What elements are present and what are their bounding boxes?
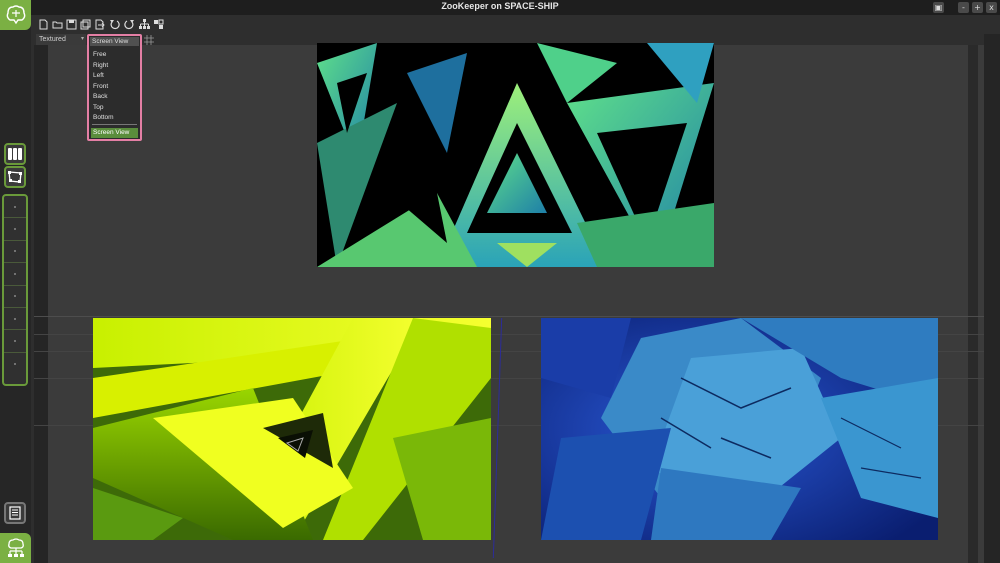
screen-bottom-right[interactable] [541, 318, 938, 540]
main-toolbar [31, 16, 1000, 34]
save-icon[interactable] [66, 19, 77, 30]
title-bar: ZooKeeper on SPACE-SHIP ▣ - + x [0, 0, 1000, 15]
layer-slot[interactable] [4, 330, 26, 353]
redo-icon[interactable] [124, 19, 135, 30]
layout-icon[interactable] [153, 19, 164, 30]
hierarchy-icon[interactable] [139, 19, 150, 30]
window-title: ZooKeeper on SPACE-SHIP [441, 1, 559, 11]
chevron-down-icon: ▾ [80, 36, 84, 42]
viewport-right-panel [968, 45, 978, 563]
layer-slot[interactable] [4, 241, 26, 264]
floor-grid-line [34, 316, 984, 317]
view-mode-label: Screen View [92, 38, 129, 45]
layer-slot[interactable] [4, 196, 26, 219]
view-option-front[interactable]: Front [92, 82, 140, 92]
maximize-button[interactable]: + [972, 2, 983, 13]
layer-slot[interactable] [4, 286, 26, 308]
view-option-free[interactable]: Free [92, 50, 140, 60]
close-button[interactable]: x [986, 2, 997, 13]
view-option-back[interactable]: Back [92, 92, 140, 102]
screen-top[interactable] [317, 43, 714, 267]
export-icon[interactable] [94, 19, 105, 30]
new-file-icon[interactable] [38, 19, 49, 30]
screen-icon[interactable]: ▣ [933, 2, 944, 13]
document-list-icon[interactable] [4, 502, 26, 524]
save-as-icon[interactable] [80, 19, 91, 30]
view-option-top[interactable]: Top [92, 103, 140, 113]
mapping-icon[interactable] [4, 166, 26, 188]
view-mode-dropdown: Screen View Free Right Left Front Back T… [87, 34, 142, 141]
undo-icon[interactable] [109, 19, 120, 30]
hierarchy-logo-icon[interactable] [0, 533, 31, 563]
view-option-bottom[interactable]: Bottom [92, 113, 140, 123]
columns-view-icon[interactable] [4, 143, 26, 165]
render-mode-label: Textured [39, 36, 66, 43]
layer-slot[interactable] [4, 353, 26, 375]
viewport-scrollbar[interactable] [984, 34, 1000, 563]
view-option-left[interactable]: Left [92, 71, 140, 81]
layer-slot[interactable] [4, 218, 26, 241]
view-option-screen-view[interactable]: Screen View [91, 128, 138, 138]
layer-slot[interactable] [4, 263, 26, 286]
minimize-button[interactable]: - [958, 2, 969, 13]
layer-slot[interactable] [4, 308, 26, 331]
render-mode-select[interactable]: Textured ▾ [36, 34, 86, 45]
viewport-left-rail [34, 45, 48, 563]
view-mode-select[interactable]: Screen View [90, 37, 139, 46]
dropdown-divider [92, 124, 137, 125]
layer-slots [2, 194, 28, 386]
grid-icon[interactable] [144, 35, 154, 45]
view-option-right[interactable]: Right [92, 61, 140, 71]
left-sidebar [0, 0, 31, 563]
screen-bottom-left[interactable] [93, 318, 491, 540]
zoo-logo-icon[interactable] [0, 0, 31, 30]
open-folder-icon[interactable] [52, 19, 63, 30]
app-window: ZooKeeper on SPACE-SHIP ▣ - + x Textured… [0, 0, 1000, 563]
